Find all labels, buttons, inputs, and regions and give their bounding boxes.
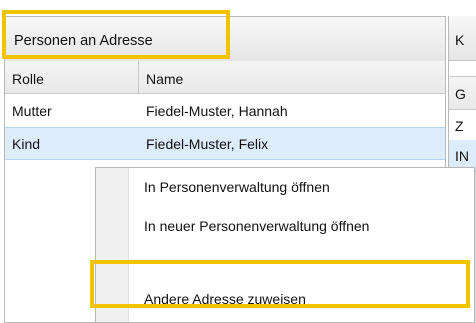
column-header-name[interactable]: Name bbox=[146, 71, 183, 87]
column-header-role[interactable]: Rolle bbox=[12, 71, 44, 87]
highlight-assign-address bbox=[90, 260, 470, 308]
adjacent-column-header[interactable]: G bbox=[449, 76, 476, 110]
table-header: Rolle Name bbox=[5, 61, 445, 94]
cell-role: Kind bbox=[12, 136, 41, 152]
highlight-panel-title bbox=[2, 10, 230, 59]
adjacent-cell: IN bbox=[455, 148, 469, 164]
menu-item-open-in-person-management[interactable]: In Personenverwaltung öffnen bbox=[144, 179, 330, 195]
adjacent-panel-title: K bbox=[455, 32, 465, 48]
cell-name: Fiedel-Muster, Hannah bbox=[146, 103, 288, 119]
menu-item-open-in-new-person-management[interactable]: In neuer Personenverwaltung öffnen bbox=[144, 218, 369, 234]
cell-role: Mutter bbox=[12, 103, 52, 119]
table-row-selected[interactable]: Kind Fiedel-Muster, Felix bbox=[5, 127, 445, 160]
adjacent-panel-header: K bbox=[449, 16, 476, 61]
adjacent-column-label: G bbox=[455, 86, 466, 102]
cell-name: Fiedel-Muster, Felix bbox=[146, 136, 269, 152]
column-divider[interactable] bbox=[138, 61, 139, 93]
table-row[interactable]: Mutter Fiedel-Muster, Hannah bbox=[5, 94, 445, 127]
adjacent-cell: Z bbox=[455, 118, 464, 134]
